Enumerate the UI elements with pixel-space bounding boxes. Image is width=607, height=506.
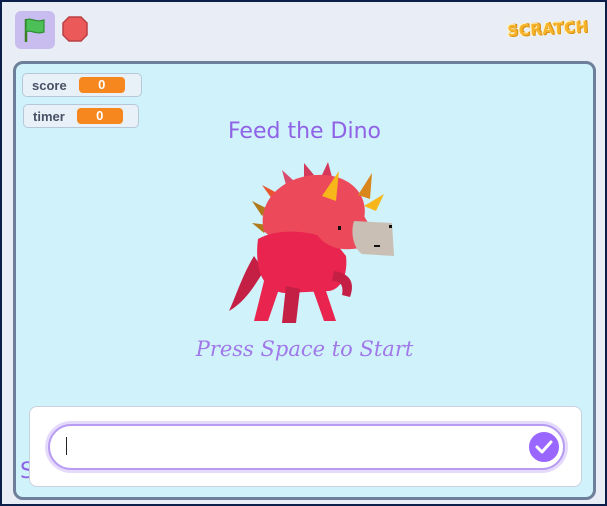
dino-icon[interactable]	[224, 161, 394, 331]
ask-prompt-panel	[29, 406, 582, 487]
stage[interactable]: score 0 timer 0 Feed the Dino Press Spac…	[13, 61, 596, 500]
score-label: score	[32, 77, 67, 93]
submit-answer-button[interactable]	[527, 430, 561, 464]
stop-sign-icon	[62, 16, 88, 42]
score-value: 0	[78, 77, 125, 93]
checkmark-icon	[535, 440, 553, 454]
game-title: Feed the Dino	[227, 119, 382, 144]
text-cursor	[66, 437, 67, 455]
answer-input[interactable]	[60, 431, 524, 463]
stop-button[interactable]	[60, 14, 90, 44]
controls-bar: SCRATCH	[2, 2, 605, 58]
player-frame: SCRATCH score 0 timer 0 Feed the Dino Pr…	[2, 2, 605, 504]
answer-field-frame[interactable]	[48, 424, 565, 470]
score-monitor: score 0	[22, 73, 142, 97]
press-space-text: Press Space to Start	[195, 337, 414, 361]
scratch-logo[interactable]: SCRATCH	[505, 14, 591, 44]
green-flag-icon	[24, 18, 45, 42]
scratch-logo-text: SCRATCH	[507, 17, 589, 41]
green-flag-button[interactable]	[15, 11, 55, 49]
